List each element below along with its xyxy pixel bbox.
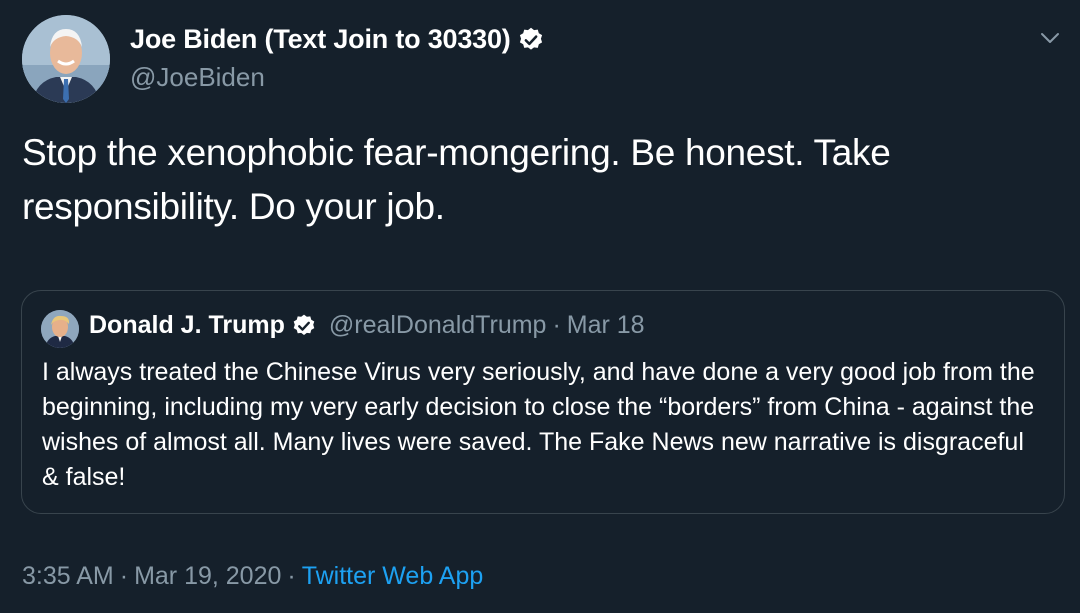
- author-display-name[interactable]: Joe Biden (Text Join to 30330): [130, 24, 511, 55]
- quoted-date[interactable]: Mar 18: [567, 311, 645, 340]
- verified-badge-icon: [517, 26, 545, 54]
- quoted-header: Donald J. Trump @realDonaldTrump · Mar 1…: [89, 311, 645, 340]
- tweet-card: Joe Biden (Text Join to 30330) @JoeBiden…: [0, 0, 1080, 613]
- chevron-down-icon[interactable]: [1038, 28, 1062, 48]
- meta-separator: ·: [287, 562, 296, 590]
- quoted-separator: ·: [552, 311, 561, 339]
- author-avatar[interactable]: [22, 15, 110, 103]
- tweet-meta: 3:35 AM · Mar 19, 2020 · Twitter Web App: [22, 562, 483, 591]
- author-name-row: Joe Biden (Text Join to 30330): [130, 24, 545, 55]
- meta-separator: ·: [119, 562, 129, 590]
- quoted-handle[interactable]: @realDonaldTrump: [329, 311, 547, 340]
- verified-badge-icon: [291, 313, 317, 339]
- quoted-text: I always treated the Chinese Virus very …: [42, 358, 1035, 491]
- tweet-date[interactable]: Mar 19, 2020: [134, 562, 281, 590]
- quoted-author-avatar: [41, 310, 79, 348]
- author-handle[interactable]: @JoeBiden: [130, 62, 265, 93]
- tweet-source-link[interactable]: Twitter Web App: [302, 562, 484, 590]
- quoted-tweet[interactable]: Donald J. Trump @realDonaldTrump · Mar 1…: [21, 290, 1065, 514]
- quoted-display-name[interactable]: Donald J. Trump: [89, 311, 285, 340]
- tweet-time[interactable]: 3:35 AM: [22, 562, 114, 590]
- tweet-text: Stop the xenophobic fear-mongering. Be h…: [22, 132, 891, 227]
